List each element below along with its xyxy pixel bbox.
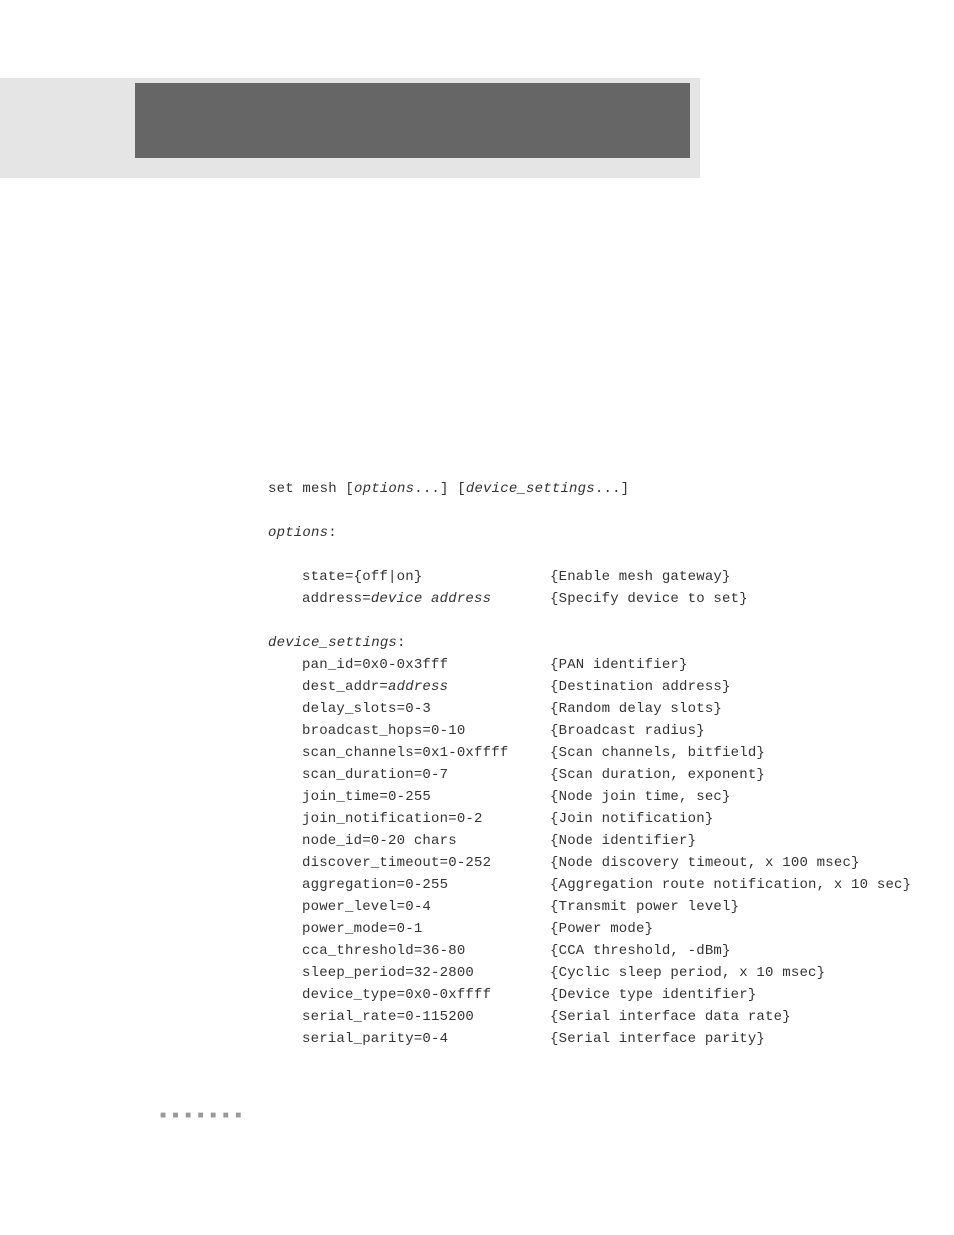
- setting-key: serial_parity=0-4: [302, 1031, 448, 1047]
- device-setting-row: sleep_period=32-2800 {Cyclic sleep period…: [302, 962, 954, 984]
- device-setting-row: node_id=0-20 chars {Node identifier}: [302, 830, 954, 852]
- setting-desc: {Power mode}: [550, 918, 653, 940]
- device-setting-row: broadcast_hops=0-10 {Broadcast radius}: [302, 720, 954, 742]
- setting-key: join_time=0-255: [302, 789, 431, 805]
- setting-desc: {Serial interface data rate}: [550, 1006, 791, 1028]
- option-desc: {Enable mesh gateway}: [550, 566, 731, 588]
- setting-desc: {Join notification}: [550, 808, 713, 830]
- setting-key: scan_duration=0-7: [302, 767, 448, 783]
- footer-dots: ■ ■ ■ ■ ■ ■ ■: [160, 1110, 954, 1121]
- option-desc: {Specify device to set}: [550, 588, 748, 610]
- option-key-italic: device address: [371, 591, 491, 607]
- setting-desc: {Scan channels, bitfield}: [550, 742, 765, 764]
- setting-key: delay_slots=0-3: [302, 701, 431, 717]
- device-setting-row: power_mode=0-1 {Power mode}: [302, 918, 954, 940]
- cmd-prefix: set mesh [: [268, 481, 354, 497]
- setting-desc: {Node join time, sec}: [550, 786, 731, 808]
- setting-desc: {PAN identifier}: [550, 654, 688, 676]
- setting-desc: {Serial interface parity}: [550, 1028, 765, 1050]
- setting-key: broadcast_hops=0-10: [302, 723, 465, 739]
- cmd-arg1: options: [354, 481, 414, 497]
- content: set mesh [options...] [device_settings..…: [268, 478, 954, 1050]
- header-block: [0, 78, 700, 178]
- setting-desc: {Destination address}: [550, 676, 731, 698]
- setting-desc: {Node identifier}: [550, 830, 696, 852]
- setting-key: node_id=0-20 chars: [302, 833, 457, 849]
- device-setting-row: delay_slots=0-3 {Random delay slots}: [302, 698, 954, 720]
- setting-desc: {Scan duration, exponent}: [550, 764, 765, 786]
- device-setting-row: scan_duration=0-7 {Scan duration, exponen…: [302, 764, 954, 786]
- option-row: address=device address {Specify device t…: [302, 588, 954, 610]
- setting-key: scan_channels=0x1-0xffff: [302, 745, 508, 761]
- device-setting-row: discover_timeout=0-252 {Node discovery ti…: [302, 852, 954, 874]
- device-setting-row: serial_rate=0-115200 {Serial interface da…: [302, 1006, 954, 1028]
- device-setting-row: aggregation=0-255 {Aggregation route noti…: [302, 874, 954, 896]
- setting-desc: {Cyclic sleep period, x 10 msec}: [550, 962, 825, 984]
- setting-desc: {Broadcast radius}: [550, 720, 705, 742]
- device-settings-label: device_settings: [268, 635, 397, 651]
- device-setting-row: serial_parity=0-4 {Serial interface parit…: [302, 1028, 954, 1050]
- device-setting-row: device_type=0x0-0xffff {Device type ident…: [302, 984, 954, 1006]
- setting-key: sleep_period=32-2800: [302, 965, 474, 981]
- option-key: address=: [302, 591, 371, 607]
- cmd-suffix: ...]: [595, 481, 629, 497]
- setting-key: discover_timeout=0-252: [302, 855, 491, 871]
- setting-key: cca_threshold=36-80: [302, 943, 465, 959]
- options-block: state={off|on} {Enable mesh gateway} add…: [302, 566, 954, 610]
- option-key: state={off|on}: [302, 569, 422, 585]
- setting-desc: {CCA threshold, -dBm}: [550, 940, 731, 962]
- device-settings-heading: device_settings:: [268, 632, 954, 654]
- device-settings-block: pan_id=0x0-0x3fff{PAN identifier}dest_ad…: [302, 654, 954, 1050]
- setting-key-italic: address: [388, 679, 448, 695]
- setting-key: dest_addr=: [302, 679, 388, 695]
- setting-key: serial_rate=0-115200: [302, 1009, 474, 1025]
- cmd-arg2: device_settings: [466, 481, 595, 497]
- device-setting-row: join_notification=0-2 {Join notification}: [302, 808, 954, 830]
- setting-desc: {Node discovery timeout, x 100 msec}: [550, 852, 860, 874]
- setting-key: device_type=0x0-0xffff: [302, 987, 491, 1003]
- setting-desc: {Random delay slots}: [550, 698, 722, 720]
- device-setting-row: scan_channels=0x1-0xffff {Scan channels, …: [302, 742, 954, 764]
- setting-key: aggregation=0-255: [302, 877, 448, 893]
- option-row: state={off|on} {Enable mesh gateway}: [302, 566, 954, 588]
- device-setting-row: cca_threshold=36-80 {CCA threshold, -dBm}: [302, 940, 954, 962]
- device-setting-row: pan_id=0x0-0x3fff {PAN identifier}: [302, 654, 954, 676]
- options-label: options: [268, 525, 328, 541]
- setting-key: pan_id=0x0-0x3fff: [302, 657, 448, 673]
- cmd-mid: ...] [: [414, 481, 466, 497]
- setting-key: join_notification=0-2: [302, 811, 483, 827]
- command-line: set mesh [options...] [device_settings..…: [268, 478, 954, 500]
- header-inner: [135, 83, 690, 158]
- setting-desc: {Aggregation route notification, x 10 se…: [550, 874, 911, 896]
- setting-desc: {Transmit power level}: [550, 896, 739, 918]
- setting-key: power_level=0-4: [302, 899, 431, 915]
- setting-key: power_mode=0-1: [302, 921, 422, 937]
- options-heading: options:: [268, 522, 954, 544]
- device-setting-row: join_time=0-255 {Node join time, sec}: [302, 786, 954, 808]
- device-setting-row: dest_addr=address {Destination address}: [302, 676, 954, 698]
- setting-desc: {Device type identifier}: [550, 984, 756, 1006]
- device-setting-row: power_level=0-4 {Transmit power level}: [302, 896, 954, 918]
